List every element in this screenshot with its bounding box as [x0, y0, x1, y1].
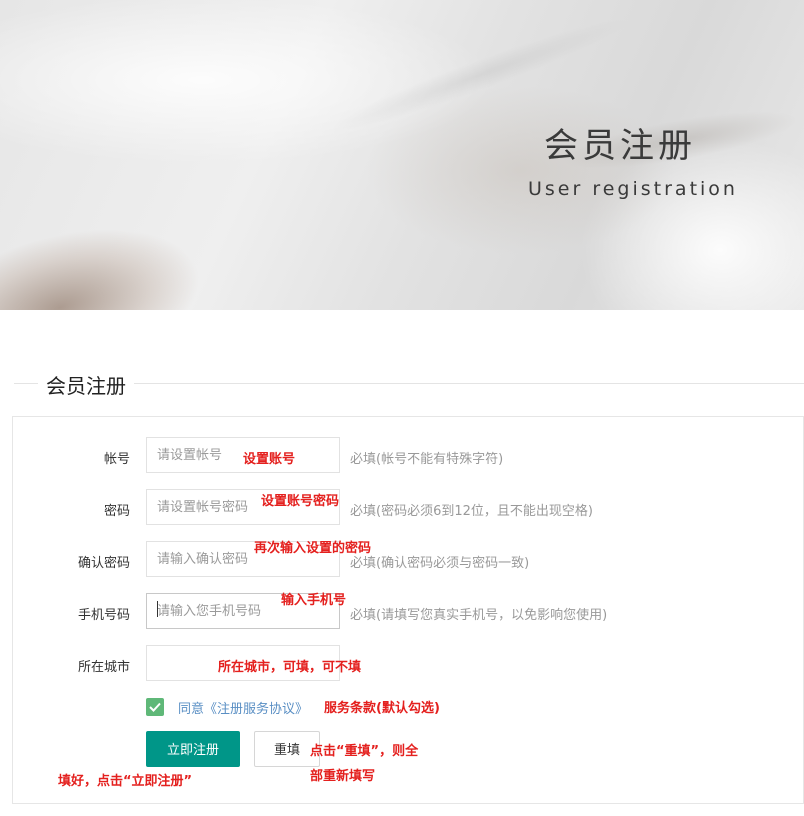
account-annotation: 设置账号: [243, 452, 296, 467]
account-hint: 必填(帐号不能有特殊字符): [350, 452, 504, 467]
city-label: 所在城市: [77, 660, 130, 675]
agreement-link[interactable]: 同意《注册服务协议》: [178, 698, 308, 717]
checkmark-icon: [149, 702, 161, 712]
password-label: 密码: [103, 504, 130, 519]
submit-annotation: 填好，点击“立即注册”: [58, 774, 193, 789]
password-annotation: 设置账号密码: [261, 494, 340, 509]
password-hint: 必填(密码必须6到12位，且不能出现空格): [350, 504, 593, 519]
confirm-password-hint: 必填(确认密码必须与密码一致): [350, 556, 530, 571]
phone-hint: 必填(请填写您真实手机号，以免影响您使用): [350, 608, 608, 623]
banner-title: 会员注册: [544, 126, 696, 166]
reset-annotation-line1: 点击“重填”，则全: [310, 744, 419, 759]
text-cursor: [157, 601, 158, 617]
phone-annotation: 输入手机号: [281, 593, 347, 608]
confirm-password-annotation: 再次输入设置的密码: [254, 541, 372, 556]
confirm-password-label: 确认密码: [77, 556, 130, 571]
banner: 会员注册 User registration: [0, 0, 804, 310]
city-annotation: 所在城市，可填，可不填: [218, 660, 362, 675]
agreement-checkbox[interactable]: [146, 698, 164, 716]
agreement-annotation: 服务条款(默认勾选): [324, 701, 440, 716]
phone-label: 手机号码: [77, 608, 130, 623]
section-title: 会员注册: [38, 370, 134, 399]
banner-subtitle: User registration: [528, 178, 738, 200]
reset-annotation-line2: 部重新填写: [310, 769, 376, 784]
register-button[interactable]: 立即注册: [146, 731, 240, 767]
account-label: 帐号: [103, 452, 130, 467]
banner-texture: [0, 200, 212, 310]
